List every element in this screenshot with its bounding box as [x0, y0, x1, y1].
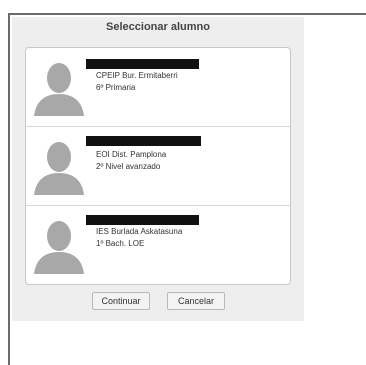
person-silhouette-icon — [34, 142, 84, 195]
window-frame-top — [8, 13, 366, 15]
redacted-student-name — [86, 215, 199, 225]
student-row-2[interactable]: EOI Dist. Pamplona 2º Nivel avanzado — [26, 127, 290, 206]
student-school: IES Burlada Askatasuna — [96, 227, 183, 236]
student-row-1[interactable]: CPEIP Bur. Ermitaberri 6º Primaria — [26, 48, 290, 127]
person-silhouette-icon — [34, 221, 84, 274]
student-school: EOI Dist. Pamplona — [96, 150, 167, 159]
cancel-button[interactable]: Cancelar — [167, 292, 225, 310]
redacted-student-name — [86, 136, 201, 146]
redacted-student-name — [86, 59, 199, 69]
student-grade: 2º Nivel avanzado — [96, 162, 161, 171]
dialog-title: Seleccionar alumno — [106, 21, 210, 33]
student-grade: 1º Bach. LOE — [96, 239, 145, 248]
student-list: CPEIP Bur. Ermitaberri 6º Primaria EOI D… — [25, 47, 291, 285]
person-silhouette-icon — [34, 63, 84, 116]
window-frame-left — [8, 13, 10, 365]
student-row-3[interactable]: IES Burlada Askatasuna 1º Bach. LOE — [26, 206, 290, 284]
student-grade: 6º Primaria — [96, 83, 136, 92]
select-student-dialog: Seleccionar alumno CPEIP Bur. Ermitaberr… — [12, 17, 304, 321]
continue-button[interactable]: Continuar — [92, 292, 150, 310]
student-school: CPEIP Bur. Ermitaberri — [96, 71, 178, 80]
